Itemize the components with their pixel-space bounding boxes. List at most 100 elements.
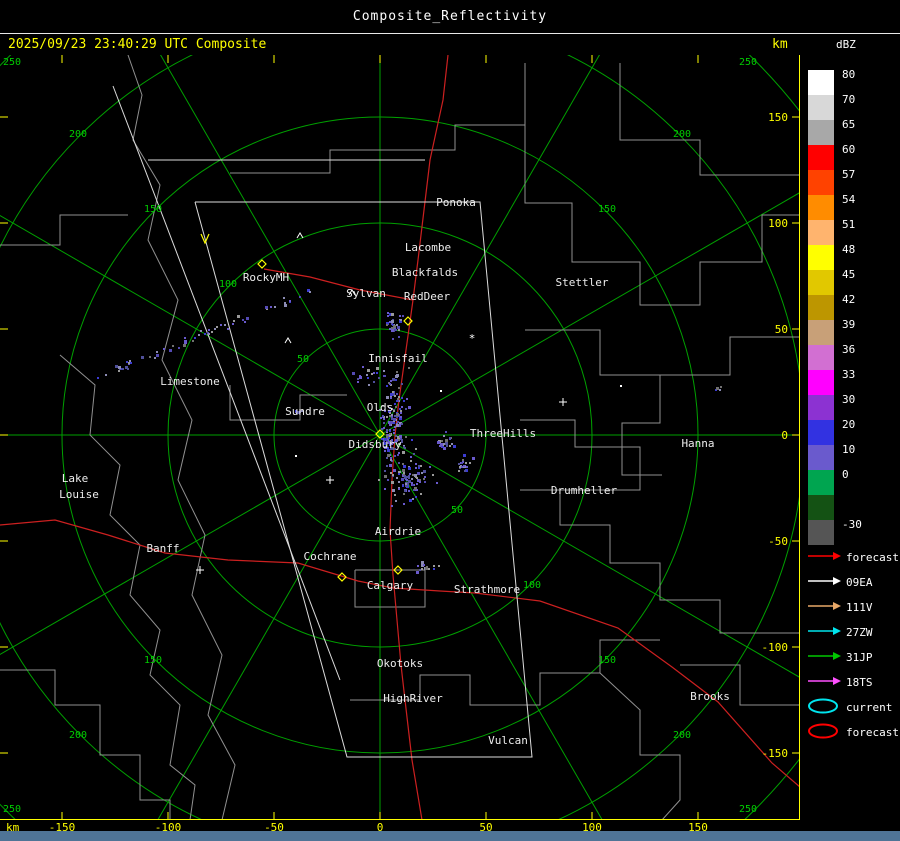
legend-label: current: [846, 701, 893, 714]
boundary-line: [0, 214, 128, 246]
legend-item: 111V: [806, 595, 900, 620]
ring-distance-label: 150: [144, 655, 162, 666]
colorbar-value-label: 42: [842, 293, 856, 306]
legend-item: 18TS: [806, 670, 900, 695]
city-label: Lacombe: [405, 241, 451, 254]
colorbar-block: -30: [806, 518, 900, 545]
colorbar-value-label: 20: [842, 418, 856, 431]
dot-marker-icon: [620, 385, 622, 387]
legend-item: 27ZW: [806, 620, 900, 645]
colorbar-swatch: [808, 345, 834, 370]
colorbar-value-label: 45: [842, 268, 856, 281]
window-title: Composite_Reflectivity: [352, 9, 548, 24]
boundary-line: [525, 329, 662, 476]
colorbar-title: dBZ: [836, 38, 856, 51]
colorbar-swatch: [808, 170, 834, 195]
colorbar-block: 70: [806, 93, 900, 120]
colorbar-block: 80: [806, 68, 900, 95]
colorbar-block: 36: [806, 343, 900, 370]
city-label: Banff: [146, 542, 179, 555]
legend-arrow-icon: [806, 548, 844, 567]
colorbar: dBZ 80 70 65 60 57 54 51 48 45 42 39 36 33 30 20 10 0 -30: [806, 38, 900, 545]
legend-item: current: [806, 695, 900, 720]
legend-item: forecast: [806, 545, 900, 570]
city-label: Brooks: [690, 690, 730, 703]
radar-map[interactable]: 50 50 100 100 150 150 150 150 200 200 200 200 250 250…: [0, 55, 800, 835]
colorbar-value-label: 80: [842, 68, 856, 81]
ring-distance-label: 100: [219, 279, 237, 290]
colorbar-block: [806, 495, 900, 520]
boundary-line: [524, 63, 800, 306]
boundary-line: [59, 354, 196, 820]
ring-distance-label: 50: [297, 354, 309, 365]
city-label: ThreeHills: [470, 427, 536, 440]
colorbar-swatch: [808, 95, 834, 120]
legend-label: 09EA: [846, 576, 873, 589]
city-label: Okotoks: [377, 657, 423, 670]
legend-item: 09EA: [806, 570, 900, 595]
city-label: Sundre: [285, 405, 325, 418]
legend-label: 111V: [846, 601, 873, 614]
colorbar-value-label: -30: [842, 518, 862, 531]
colorbar-swatch: [808, 70, 834, 95]
city-label: RockyMH: [243, 271, 289, 284]
city-label: Drumheller: [551, 484, 618, 497]
ring-distance-label: 250: [3, 804, 21, 815]
colorbar-block: 42: [806, 293, 900, 320]
boundary-line: [0, 669, 171, 820]
colorbar-swatch: [808, 245, 834, 270]
ring-distance-label: 50: [451, 505, 463, 516]
ring-distance-label: 200: [69, 730, 87, 741]
colorbar-swatch: [808, 370, 834, 395]
legend-arrow-icon: [806, 673, 844, 692]
colorbar-block: 65: [806, 118, 900, 145]
ring-distance-label: 100: [523, 580, 541, 591]
colorbar-block: 45: [806, 268, 900, 295]
colorbar-swatch: [808, 145, 834, 170]
city-label: Cochrane: [304, 550, 357, 563]
ring-distance-label: 200: [673, 129, 691, 140]
colorbar-block: 30: [806, 393, 900, 420]
colorbar-value-label: 70: [842, 93, 856, 106]
colorbar-value-label: 54: [842, 193, 856, 206]
colorbar-swatch: [808, 420, 834, 445]
colorbar-value-label: 51: [842, 218, 856, 231]
city-label: Limestone: [160, 375, 220, 388]
colorbar-block: 39: [806, 318, 900, 345]
colorbar-value-label: 10: [842, 443, 856, 456]
right-axis-label: -50: [768, 535, 788, 548]
titlebar: Composite_Reflectivity: [0, 0, 900, 34]
statusbar-scroll-strip[interactable]: [0, 831, 900, 841]
ring-distance-label: 250: [739, 57, 757, 68]
colorbar-block: 48: [806, 243, 900, 270]
right-axis-label: 0: [781, 429, 788, 442]
colorbar-value-label: 33: [842, 368, 856, 381]
legend-label: 31JP: [846, 651, 873, 664]
legend-label: 18TS: [846, 676, 873, 689]
city-label: Stettler: [556, 276, 609, 289]
colorbar-value-label: 65: [842, 118, 856, 131]
colorbar-value-label: 60: [842, 143, 856, 156]
timestamp: 2025/09/23 23:40:29 UTC Composite: [8, 37, 267, 52]
colorbar-block: 60: [806, 143, 900, 170]
colorbar-block: 51: [806, 218, 900, 245]
city-label: Lake: [62, 472, 89, 485]
coverage-outline: [112, 85, 533, 758]
colorbar-block: 57: [806, 168, 900, 195]
coverage-edge: [194, 201, 533, 758]
legend-arrow-icon: [806, 573, 844, 592]
colorbar-scale: 80 70 65 60 57 54 51 48 45 42 39 36 33 30 20 10 0 -30: [806, 68, 900, 545]
city-label: Didsbury: [349, 438, 402, 451]
legend-item: forecast: [806, 720, 900, 745]
boundary-line: [660, 336, 800, 376]
right-axis-label: 50: [775, 323, 788, 336]
colorbar-swatch: [808, 295, 834, 320]
caret-marker-icon: [284, 337, 292, 344]
legend-ellipse-icon: [806, 723, 844, 743]
colorbar-swatch: [808, 270, 834, 295]
ring-distance-label: 200: [673, 730, 691, 741]
colorbar-swatch: [808, 120, 834, 145]
colorbar-swatch: [808, 470, 834, 495]
colorbar-value-label: 39: [842, 318, 856, 331]
ring-distance-label: 200: [69, 129, 87, 140]
